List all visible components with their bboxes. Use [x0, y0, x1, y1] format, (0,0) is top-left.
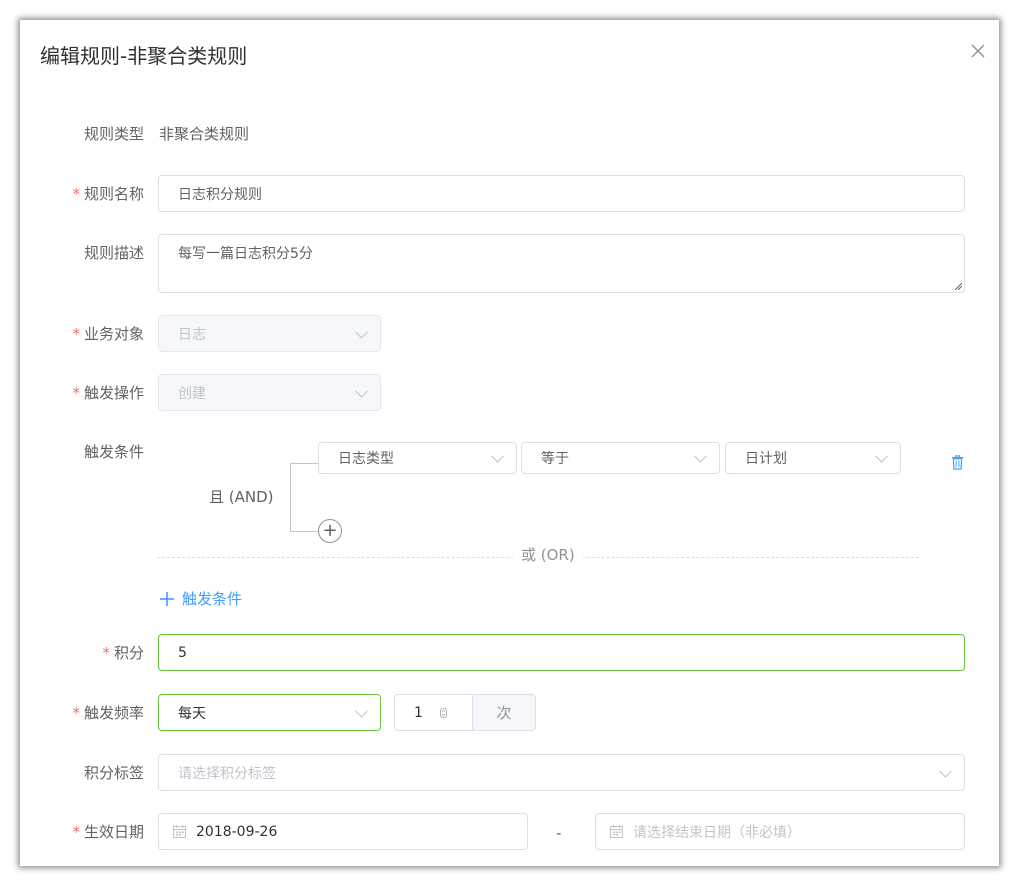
- start-date-picker[interactable]: 2018-09-26: [158, 813, 528, 850]
- trigger-action-label: * 触发操作: [72, 384, 144, 402]
- chevron-down-icon: [939, 764, 952, 778]
- rule-desc-textarea[interactable]: 每写一篇日志积分5分: [158, 234, 965, 293]
- delete-icon[interactable]: [951, 455, 964, 470]
- effective-date-label: * 生效日期: [72, 823, 144, 841]
- condition-tree-branch-bottom: [290, 531, 318, 532]
- rule-desc-label: 规则描述: [83, 244, 144, 262]
- frequency-count-input[interactable]: 1: [395, 695, 472, 730]
- or-separator-label: 或 (OR): [513, 544, 583, 565]
- date-range-separator: -: [556, 824, 562, 842]
- add-trigger-condition-link[interactable]: 触发条件: [160, 588, 242, 609]
- frequency-unit-label: 次: [472, 695, 535, 730]
- chevron-down-icon: [355, 704, 368, 718]
- close-icon[interactable]: [969, 42, 987, 60]
- condition-value-select[interactable]: 日计划: [725, 442, 901, 474]
- points-label: * 积分: [102, 644, 144, 662]
- chevron-down-icon: [491, 449, 504, 463]
- add-condition-plus-icon[interactable]: +: [318, 519, 342, 543]
- business-object-label: * 业务对象: [72, 325, 144, 343]
- calendar-icon: [173, 825, 186, 838]
- rule-name-label: * 规则名称: [72, 185, 144, 203]
- chevron-down-icon: [355, 325, 368, 339]
- chevron-down-icon: [875, 449, 888, 463]
- frequency-select[interactable]: 每天: [158, 694, 381, 731]
- chevron-down-icon: [355, 384, 368, 398]
- group-logic-label: 且 (AND): [209, 488, 274, 506]
- frequency-label: * 触发频率: [72, 704, 144, 722]
- plus-icon: [160, 591, 174, 606]
- rule-type-label: 规则类型: [83, 125, 144, 143]
- calendar-icon: [610, 825, 623, 838]
- end-date-picker[interactable]: 请选择结束日期（非必填）: [595, 813, 965, 850]
- rule-name-input[interactable]: 日志积分规则: [158, 175, 965, 212]
- rule-type-value: 非聚合类规则: [159, 125, 250, 143]
- spin-arrows-icon[interactable]: [440, 707, 447, 719]
- points-input[interactable]: 5: [158, 634, 965, 671]
- condition-tree-line: [290, 463, 291, 532]
- business-object-select: 日志: [158, 315, 381, 352]
- condition-operator-select[interactable]: 等于: [521, 442, 720, 474]
- condition-tree-branch-top: [290, 463, 318, 464]
- trigger-action-select: 创建: [158, 374, 381, 411]
- frequency-count-stepper[interactable]: 1 次: [394, 694, 536, 731]
- points-tag-label: 积分标签: [83, 764, 144, 782]
- resize-handle-icon[interactable]: [954, 282, 962, 290]
- condition-field-select[interactable]: 日志类型: [318, 442, 517, 474]
- trigger-conditions-label: 触发条件: [83, 443, 144, 461]
- chevron-down-icon: [694, 449, 707, 463]
- edit-rule-dialog: 编辑规则-非聚合类规则 规则类型 非聚合类规则 * 规则名称 日志积分规则 规则描…: [20, 20, 999, 866]
- dialog-title: 编辑规则-非聚合类规则: [40, 44, 248, 68]
- points-tag-select[interactable]: 请选择积分标签: [158, 754, 965, 791]
